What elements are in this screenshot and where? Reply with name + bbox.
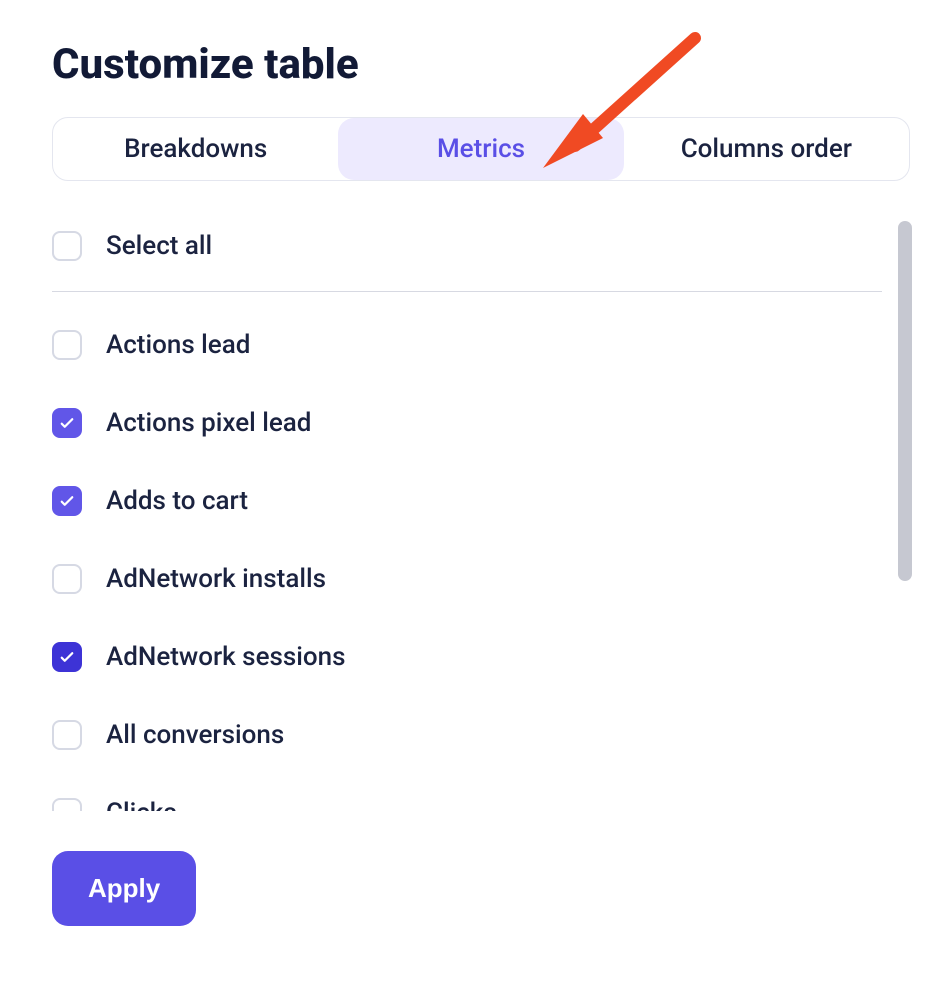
metrics-scroll-region[interactable]: Select all Actions lead Actions pixel le… <box>52 221 882 811</box>
select-all-label: Select all <box>106 231 212 261</box>
scrollbar-thumb[interactable] <box>898 221 912 581</box>
metric-label: AdNetwork sessions <box>106 642 345 672</box>
check-icon <box>58 492 76 510</box>
scrollbar-track[interactable] <box>898 221 912 811</box>
divider <box>52 291 882 292</box>
metric-checkbox-adnetwork-installs[interactable] <box>52 564 82 594</box>
metric-label: Clicks <box>106 798 177 811</box>
list-item: Actions pixel lead <box>52 398 882 448</box>
metric-checkbox-adds-to-cart[interactable] <box>52 486 82 516</box>
metric-checkbox-actions-lead[interactable] <box>52 330 82 360</box>
select-all-row: Select all <box>52 221 882 271</box>
metric-checkbox-all-conversions[interactable] <box>52 720 82 750</box>
metric-checkbox-adnetwork-sessions[interactable] <box>52 642 82 672</box>
check-icon <box>58 414 76 432</box>
select-all-checkbox[interactable] <box>52 231 82 261</box>
list-item: All conversions <box>52 710 882 760</box>
apply-button[interactable]: Apply <box>52 851 196 926</box>
metric-label: Adds to cart <box>106 486 248 516</box>
tab-columns-order[interactable]: Columns order <box>624 118 909 180</box>
metric-label: AdNetwork installs <box>106 564 326 594</box>
tab-metrics[interactable]: Metrics <box>338 118 623 180</box>
metric-checkbox-clicks[interactable] <box>52 798 82 811</box>
list-item: Clicks <box>52 788 882 811</box>
list-item: AdNetwork sessions <box>52 632 882 682</box>
metric-label: All conversions <box>106 720 284 750</box>
check-icon <box>58 648 76 666</box>
metric-label: Actions pixel lead <box>106 408 311 438</box>
metrics-panel: Select all Actions lead Actions pixel le… <box>52 221 912 811</box>
tab-breakdowns[interactable]: Breakdowns <box>53 118 338 180</box>
metrics-list: Actions lead Actions pixel lead Adds to … <box>52 320 882 811</box>
list-item: Adds to cart <box>52 476 882 526</box>
metric-checkbox-actions-pixel-lead[interactable] <box>52 408 82 438</box>
list-item: Actions lead <box>52 320 882 370</box>
page-title: Customize table <box>52 40 880 89</box>
list-item: AdNetwork installs <box>52 554 882 604</box>
metric-label: Actions lead <box>106 330 250 360</box>
tabs-container: Breakdowns Metrics Columns order <box>52 117 910 181</box>
